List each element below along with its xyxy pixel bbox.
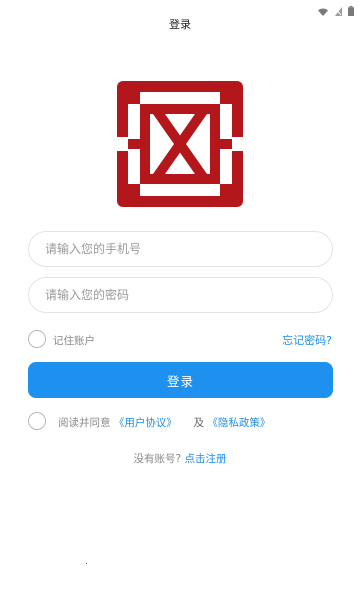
seal-logo-icon (113, 77, 247, 211)
agree-terms-radio[interactable] (28, 412, 46, 430)
status-bar (0, 0, 360, 16)
remember-account-radio[interactable] (28, 330, 46, 348)
phone-input[interactable] (43, 241, 332, 257)
forgot-password-link[interactable]: 忘记密码? (282, 332, 332, 348)
login-button[interactable]: 登录 (28, 362, 333, 398)
phone-field[interactable] (28, 231, 333, 267)
login-screen: 登录 请输入您的手机号 记住账户 忘记密码? 登录 阅读并同意 《用户协议》 及… (0, 0, 360, 600)
agreement-and: 及 (193, 417, 205, 429)
password-input[interactable] (43, 287, 332, 303)
register-link[interactable]: 点击注册 (184, 453, 226, 465)
register-row: 没有账号? 点击注册 (0, 451, 360, 466)
stray-dot (86, 563, 87, 564)
register-prompt: 没有账号? (133, 453, 182, 465)
agreement-prefix: 阅读并同意 (58, 417, 111, 429)
agreement-row: 阅读并同意 《用户协议》 及 《隐私政策》 (58, 415, 270, 430)
privacy-policy-link[interactable]: 《隐私政策》 (207, 417, 270, 429)
page-title: 登录 (169, 18, 191, 31)
user-agreement-link[interactable]: 《用户协议》 (114, 417, 177, 429)
password-field[interactable] (28, 277, 333, 313)
remember-account-label[interactable]: 记住账户 (53, 333, 95, 348)
